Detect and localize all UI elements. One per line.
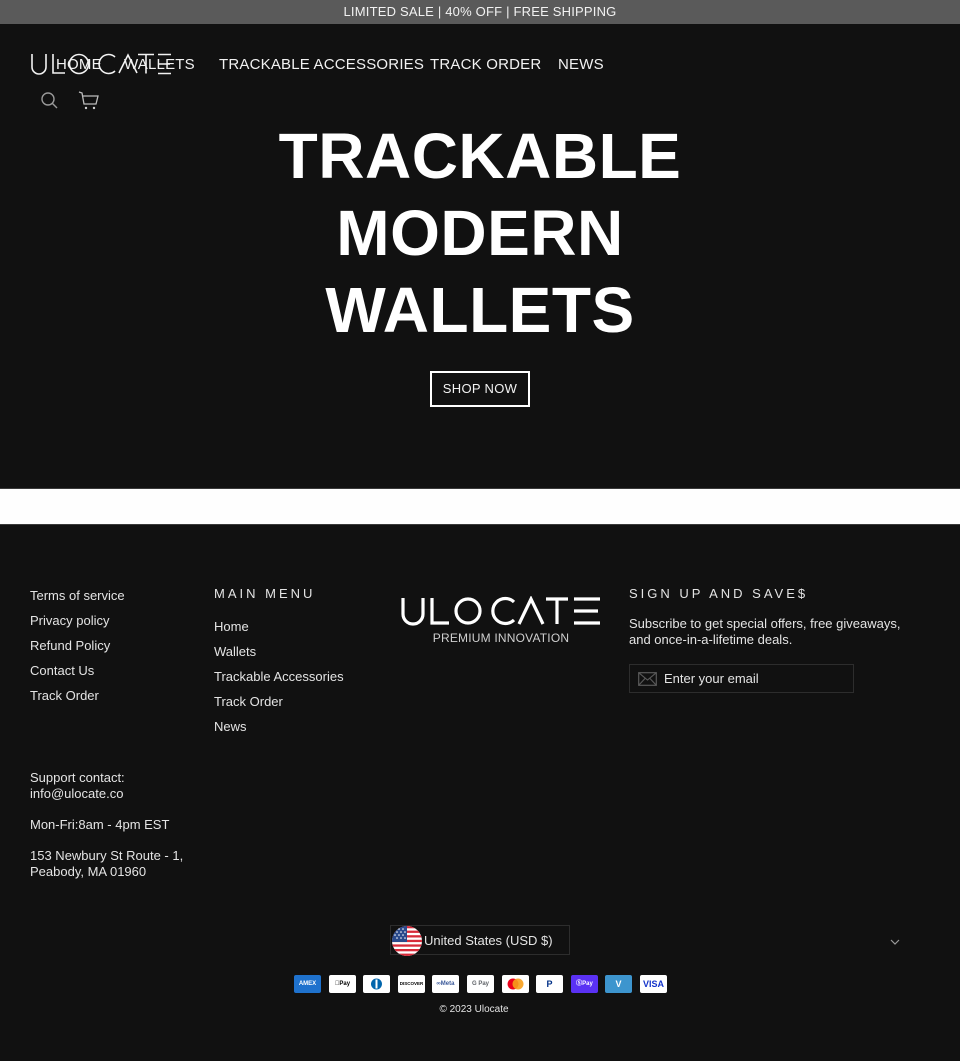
nav-home[interactable]: HOME (56, 56, 102, 73)
footer-menu-trackable-accessories[interactable]: Trackable Accessories (214, 669, 344, 684)
nav-trackable-accessories[interactable]: TRACKABLE ACCESSORIES (219, 56, 424, 73)
us-flag-icon (392, 926, 422, 956)
visa-icon: VISA (640, 975, 667, 993)
nav-news[interactable]: NEWS (558, 56, 604, 73)
address-line-1: 153 Newbury St Route - 1, (30, 848, 184, 863)
currency-selector[interactable]: United States (USD $) (390, 925, 570, 956)
discover-icon: DISCOVER (398, 975, 425, 993)
footer-link-track-order[interactable]: Track Order (30, 688, 99, 703)
hero-title-line: MODERN (336, 197, 624, 269)
footer-link-terms[interactable]: Terms of service (30, 588, 125, 603)
footer-link-contact[interactable]: Contact Us (30, 663, 94, 678)
section-divider-band (0, 488, 960, 525)
meta-pay-icon: ∞Meta (432, 975, 459, 993)
nav-wallets[interactable]: WALLETS (124, 56, 195, 73)
copyright: © 2023 Ulocate (439, 1004, 509, 1015)
cart-icon (78, 91, 99, 110)
mastercard-icon (502, 975, 529, 993)
ulocate-wordmark-icon (401, 595, 600, 626)
paypal-icon: P (536, 975, 563, 993)
newsletter-text: Subscribe to get special offers, free gi… (629, 616, 901, 647)
footer-link-refund[interactable]: Refund Policy (30, 638, 110, 653)
shop-pay-icon: ⓈPay (571, 975, 598, 993)
footer-menu-track-order[interactable]: Track Order (214, 694, 283, 709)
hero-title-line: TRACKABLE (278, 120, 682, 192)
footer-menu-news[interactable]: News (214, 719, 247, 734)
currency-label: United States (USD $) (424, 933, 553, 948)
footer-logo: PREMIUM INNOVATION (400, 595, 605, 645)
apple-pay-icon: Pay (329, 975, 356, 993)
hero-title: TRACKABLE MODERN WALLETS (0, 118, 960, 349)
site-header: HOME WALLETS TRACKABLE ACCESSORIES TRACK… (0, 24, 960, 488)
footer-link-privacy[interactable]: Privacy policy (30, 613, 109, 628)
footer-menu-wallets[interactable]: Wallets (214, 644, 256, 659)
google-pay-icon: G Pay (467, 975, 494, 993)
newsletter-form (629, 664, 854, 693)
address-line-2: Peabody, MA 01960 (30, 864, 147, 879)
main-menu-heading: MAIN MENU (214, 586, 316, 601)
announcement-bar: LIMITED SALE | 40% OFF | FREE SHIPPING (0, 0, 960, 24)
support-hours: Mon-Fri:8am - 4pm EST (30, 817, 170, 832)
newsletter-heading: SIGN UP AND SAVE$ (629, 586, 809, 601)
chevron-down-icon[interactable] (890, 938, 900, 946)
mail-icon[interactable] (638, 672, 657, 686)
cart-button[interactable] (78, 90, 100, 112)
search-icon (41, 92, 58, 109)
venmo-icon: V (605, 975, 632, 993)
main-nav: HOME WALLETS TRACKABLE ACCESSORIES TRACK… (0, 56, 960, 76)
support-email[interactable]: info@ulocate.co (30, 786, 123, 802)
hero-title-line: WALLETS (325, 274, 635, 346)
nav-track-order[interactable]: TRACK ORDER (430, 56, 541, 73)
search-button[interactable] (39, 90, 61, 112)
footer-menu-home[interactable]: Home (214, 619, 249, 634)
support-label: Support contact: (30, 770, 125, 785)
shop-now-button[interactable]: SHOP NOW (430, 371, 530, 407)
email-input[interactable] (664, 665, 849, 692)
diners-club-icon (363, 975, 390, 993)
site-footer: Terms of service Privacy policy Refund P… (0, 525, 960, 1061)
footer-tagline: PREMIUM INNOVATION (432, 631, 570, 645)
american-express-icon: AMEX (294, 975, 321, 993)
